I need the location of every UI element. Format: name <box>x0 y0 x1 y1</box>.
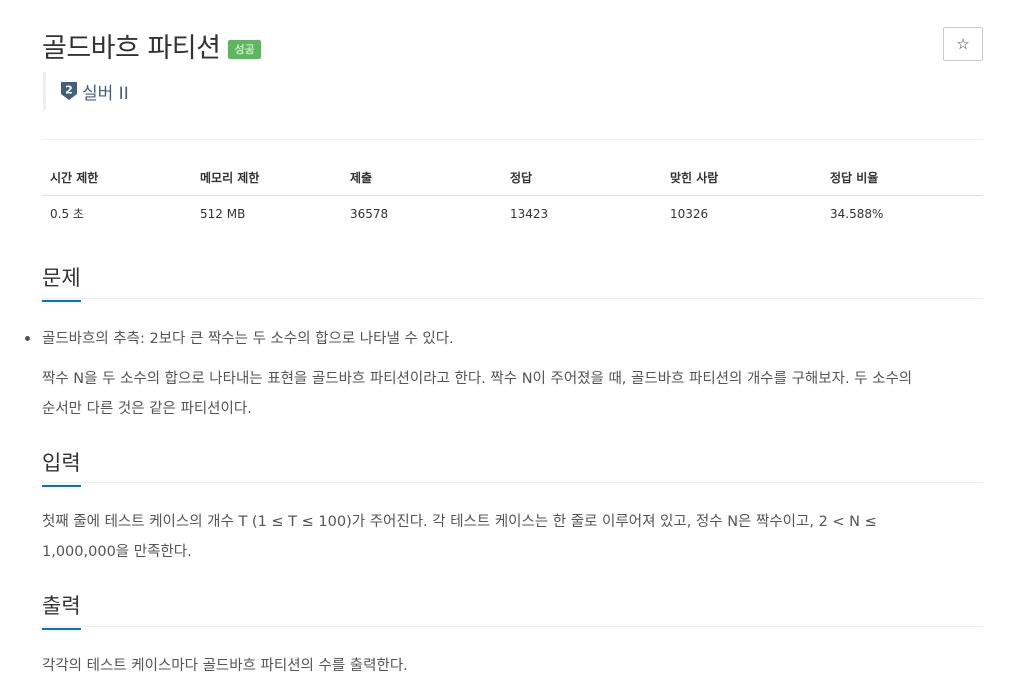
problem-info-table: 시간 제한 메모리 제한 제출 정답 맞힌 사람 정답 비율 0.5 초 512… <box>42 160 983 232</box>
result-badge[interactable]: 성공 <box>228 40 261 59</box>
header-accepted: 정답 <box>502 160 662 196</box>
header-divider <box>42 139 983 140</box>
input-description: 첫째 줄에 테스트 케이스의 개수 T (1 ≤ T ≤ 100)가 주어진다.… <box>42 507 987 567</box>
value-submissions: 36578 <box>350 206 389 221</box>
section-problem-title: 문제 <box>42 262 81 302</box>
value-time-limit: 0.5 초 <box>50 207 84 222</box>
value-memory-limit: 512 MB <box>200 206 246 221</box>
problem-title: 골드바흐 파티션 <box>42 33 221 64</box>
title-row: 골드바흐 파티션 성공 <box>42 26 261 65</box>
output-description-text: 각각의 테스트 케이스마다 골드바흐 파티션의 수를 출력한다. <box>42 658 408 674</box>
star-icon: ☆ <box>956 35 970 53</box>
section-problem-header: 문제 <box>42 262 81 302</box>
output-description: 각각의 테스트 케이스마다 골드바흐 파티션의 수를 출력한다. <box>42 651 987 681</box>
value-accept-ratio: 34.588% <box>830 206 884 221</box>
section-input-header: 입력 <box>42 447 81 487</box>
header-accept-ratio: 정답 비율 <box>822 160 983 196</box>
problem-bullet-list: 골드바흐의 추측: 2보다 큰 짝수는 두 소수의 합으로 나타낼 수 있다. <box>25 324 454 354</box>
favorite-star-button[interactable]: ☆ <box>943 27 983 61</box>
tier-number: 2 <box>65 84 73 97</box>
tier-box: 2 실버 II <box>43 72 129 110</box>
problem-description-line-2: 순서만 다른 것은 같은 파티션이다. <box>42 401 252 417</box>
list-item: 골드바흐의 추측: 2보다 큰 짝수는 두 소수의 합으로 나타낼 수 있다. <box>25 324 454 354</box>
bullet-dot-icon <box>25 336 30 341</box>
section-problem-divider <box>42 298 983 299</box>
section-input-title: 입력 <box>42 447 81 487</box>
value-solvers: 10326 <box>670 206 709 221</box>
input-description-line-2: 1,000,000을 만족한다. <box>42 544 192 560</box>
section-output-title: 출력 <box>42 590 81 630</box>
problem-bullet-text: 골드바흐의 추측: 2보다 큰 짝수는 두 소수의 합으로 나타낼 수 있다. <box>42 331 454 347</box>
section-output-divider <box>42 626 983 627</box>
tier-badge-icon: 2 <box>61 82 77 100</box>
table-row: 0.5 초 512 MB 36578 13423 10326 34.588% <box>42 196 983 232</box>
problem-description: 짝수 N을 두 소수의 합으로 나타내는 표현을 골드바흐 파티션이라고 한다.… <box>42 364 987 424</box>
value-accepted: 13423 <box>510 206 549 221</box>
problem-description-line-1: 짝수 N을 두 소수의 합으로 나타내는 표현을 골드바흐 파티션이라고 한다.… <box>42 371 913 387</box>
input-description-line-1: 첫째 줄에 테스트 케이스의 개수 T (1 ≤ T ≤ 100)가 주어진다.… <box>42 514 877 530</box>
section-output-header: 출력 <box>42 590 81 630</box>
table-header-row: 시간 제한 메모리 제한 제출 정답 맞힌 사람 정답 비율 <box>42 160 983 196</box>
header-submissions: 제출 <box>342 160 502 196</box>
header-solvers: 맞힌 사람 <box>662 160 822 196</box>
header-time-limit: 시간 제한 <box>42 160 192 196</box>
header-memory-limit: 메모리 제한 <box>192 160 342 196</box>
tier-label[interactable]: 실버 II <box>82 79 129 104</box>
section-input-divider <box>42 482 983 483</box>
